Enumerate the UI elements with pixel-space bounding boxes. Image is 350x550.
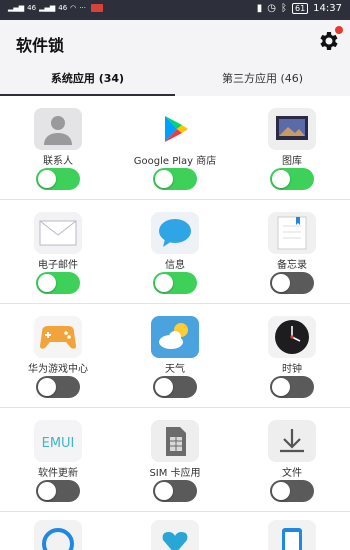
gallery-icon [268,108,316,150]
lock-toggle[interactable] [153,272,197,294]
page-title: 软件锁 [16,36,65,55]
app-label: 华为游戏中心 [28,364,88,375]
wifi-icon: ◠ [70,4,77,12]
lock-toggle[interactable] [153,168,197,190]
messages-icon [151,212,199,254]
software-update-icon: EMUI [34,420,82,462]
app-bar: 软件锁 [0,20,350,64]
app-label: 软件更新 [38,468,78,479]
tab-bar: 系统应用 (34) 第三方应用 (46) [0,64,350,96]
network-label-2: 46 [58,4,68,12]
vibrate-icon: ▮ [256,3,263,14]
tab-third-party-apps[interactable]: 第三方应用 (46) [175,64,350,96]
toggle-knob [272,378,290,396]
app-cell-clock: 时钟 [234,304,350,408]
status-bar: ▂▄▆ 46 ▂▄▆ 46 ◠ ··· ▮ ◷ ᛒ 61 14:37 [0,0,350,20]
lock-toggle[interactable] [270,480,314,502]
notification-dot [335,26,343,34]
status-time: 14:37 [313,3,342,14]
app-cell-files: 文件 [234,408,350,512]
app-label: Google Play 商店 [133,156,217,167]
battery-icon: 61 [291,3,309,14]
toggle-knob [155,274,173,292]
toggle-knob [155,170,173,188]
notepad-icon [268,212,316,254]
sim-card-icon [151,420,199,462]
settings-button[interactable] [316,26,343,53]
app-row: 电子邮件 信息 备忘录 [0,200,350,304]
app-label: 备忘录 [277,260,307,271]
toggle-knob [38,170,56,188]
notification-app-icon [90,4,103,12]
lock-toggle[interactable] [270,376,314,398]
app-label: 时钟 [282,364,302,375]
app-cell-contacts: 联系人 [0,96,116,200]
contacts-icon [34,108,82,150]
toggle-knob [272,170,290,188]
app-row: EMUI 软件更新 SIM 卡应用 文件 [0,408,350,512]
app-cell-sim-card: SIM 卡应用 [117,408,233,512]
tab-system-apps[interactable]: 系统应用 (34) [0,64,175,96]
app-cell-software-update: EMUI 软件更新 [0,408,116,512]
app-row: 华为游戏中心 天气 时钟 [0,304,350,408]
lock-toggle[interactable] [153,376,197,398]
toggle-knob [38,482,56,500]
app-label: 天气 [165,364,185,375]
bluetooth-icon: ᛒ [280,3,287,14]
toggle-knob [155,482,173,500]
toggle-knob [38,378,56,396]
app-row: 联系人 Google Play 商店 图库 [0,96,350,200]
toggle-knob [272,274,290,292]
more-notifications-icon: ··· [79,4,86,12]
game-center-icon [34,316,82,358]
driving-icon [34,520,82,550]
app-cell-game-center: 华为游戏中心 [0,304,116,408]
lock-toggle[interactable] [270,272,314,294]
google-play-icon [151,108,199,150]
app-cell-email: 电子邮件 [0,200,116,304]
clock-icon [268,316,316,358]
toggle-knob [155,378,173,396]
app-label: 联系人 [43,156,73,167]
alarm-icon: ◷ [267,3,276,14]
signal-icon-2: ▂▄▆ [39,4,56,12]
toggle-knob [38,274,56,292]
health-icon [151,520,199,550]
app-cell-gallery: 图库 [234,96,350,200]
app-label: 电子邮件 [38,260,78,271]
svg-text:EMUI: EMUI [42,436,75,451]
app-grid: 联系人 Google Play 商店 图库 电子邮件 信息 备忘录 华为游戏中心… [0,96,350,550]
toggle-knob [272,482,290,500]
lock-toggle[interactable] [36,168,80,190]
signal-icon: ▂▄▆ [8,4,25,12]
lock-toggle[interactable] [270,168,314,190]
lock-toggle[interactable] [153,480,197,502]
app-cell-messages: 信息 [117,200,233,304]
phone-clone-icon [268,520,316,550]
app-label: 信息 [165,260,185,271]
email-icon [34,212,82,254]
app-label: 文件 [282,468,302,479]
app-cell-google-play: Google Play 商店 [117,96,233,200]
network-label-1: 46 [27,4,37,12]
lock-toggle[interactable] [36,272,80,294]
app-row-partial [0,512,350,550]
files-icon [268,420,316,462]
app-label: 图库 [282,156,302,167]
app-label: SIM 卡应用 [149,468,201,479]
lock-toggle[interactable] [36,480,80,502]
app-cell-weather: 天气 [117,304,233,408]
app-cell-notepad: 备忘录 [234,200,350,304]
weather-icon [151,316,199,358]
lock-toggle[interactable] [36,376,80,398]
